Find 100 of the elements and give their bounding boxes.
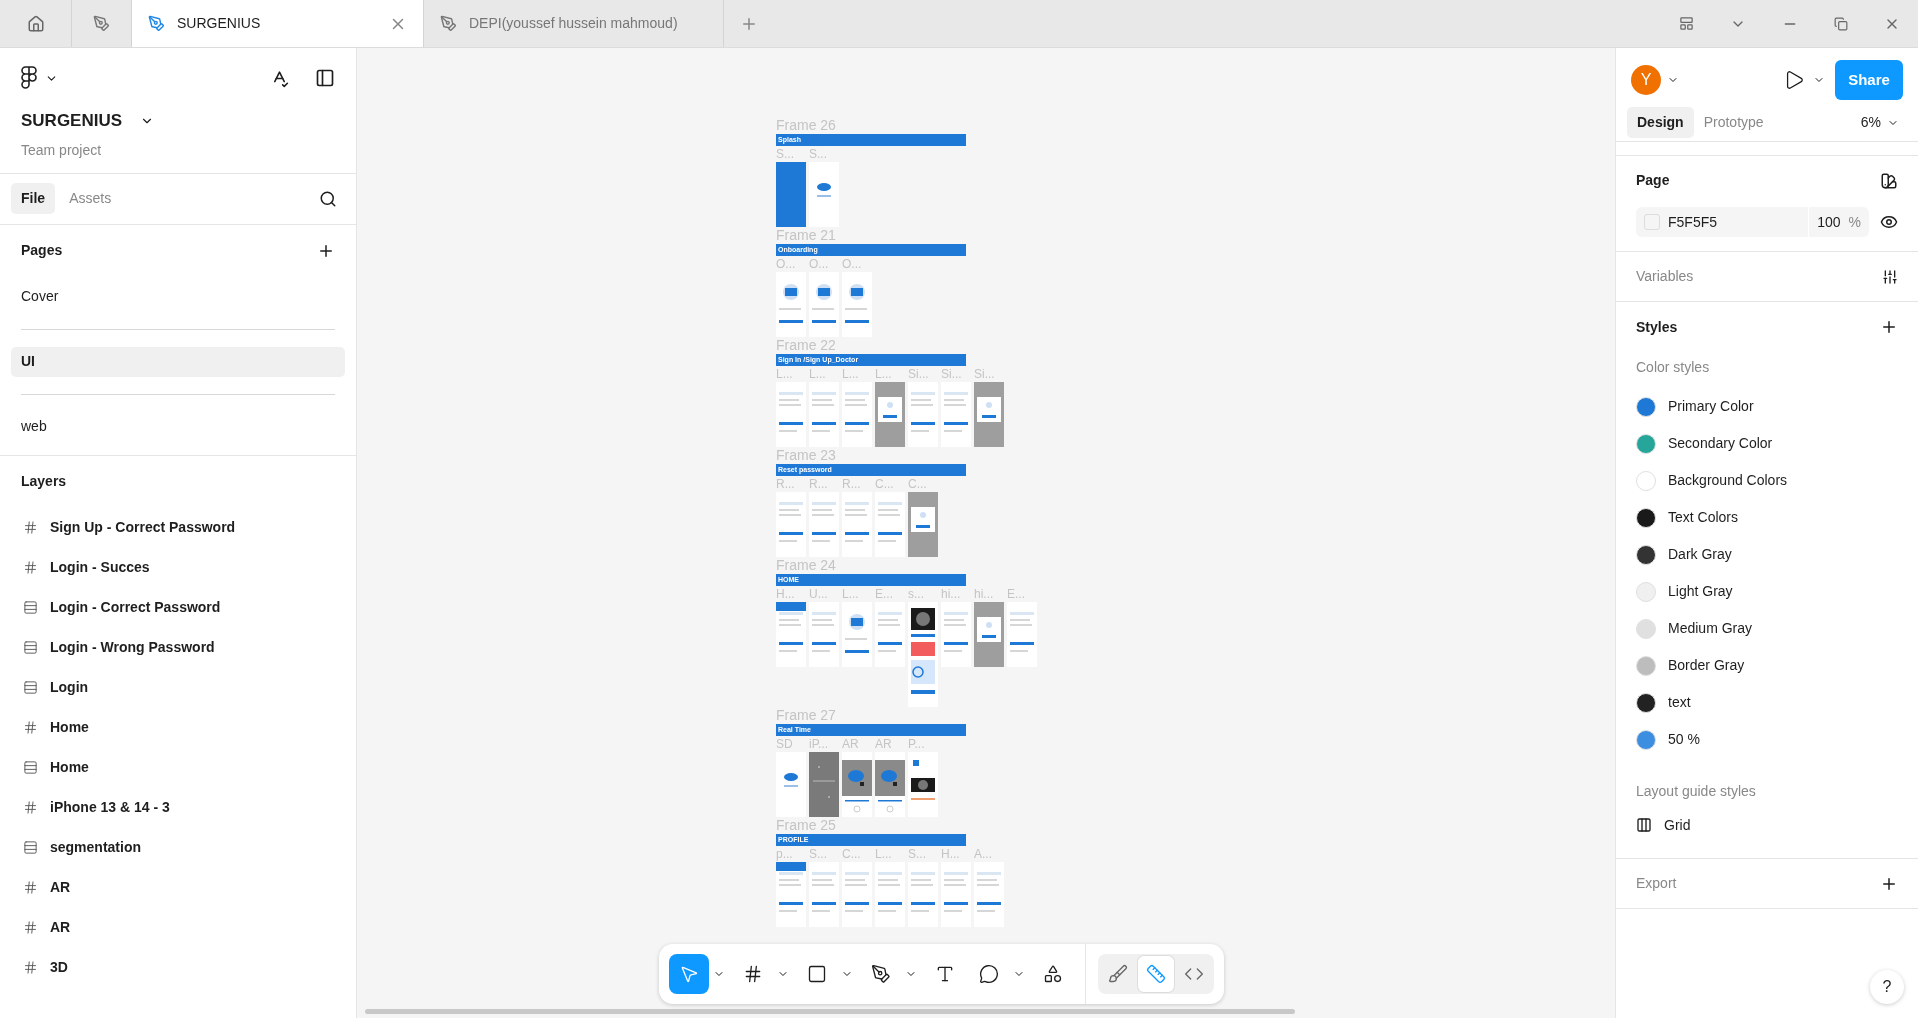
color-style-item[interactable]: Medium Gray <box>1636 610 1898 647</box>
layout-style-item[interactable]: Grid <box>1636 802 1898 848</box>
search-icon[interactable] <box>319 189 337 208</box>
document-tab[interactable]: SURGENIUS <box>132 0 424 47</box>
pen-icon <box>148 15 165 32</box>
add-icon[interactable] <box>1880 318 1898 336</box>
rows-icon <box>23 640 38 655</box>
frame-icon <box>23 800 38 815</box>
screen-thumbnail-drawing <box>875 602 905 667</box>
color-style-item[interactable]: text <box>1636 684 1898 721</box>
color-style-item[interactable]: Light Gray <box>1636 573 1898 610</box>
screen-thumbnail-drawing <box>776 492 806 557</box>
screen-thumbnail-drawing <box>875 862 905 927</box>
screen-thumbnail-drawing <box>842 492 872 557</box>
color-style-item[interactable]: Border Gray <box>1636 647 1898 684</box>
layer-item[interactable]: Home <box>0 747 356 788</box>
screen-thumbnail-drawing <box>974 382 1004 447</box>
screen-thumbnail-drawing <box>776 382 806 447</box>
screen-thumbnail-drawing <box>809 862 839 927</box>
page-item[interactable]: web <box>11 411 345 442</box>
screen-thumbnail-drawing <box>809 382 839 447</box>
eye-icon[interactable] <box>1880 213 1898 231</box>
color-style-item[interactable]: Dark Gray <box>1636 536 1898 573</box>
screen-thumbnail-drawing <box>908 862 938 927</box>
section-heading: Layers <box>21 472 67 491</box>
layer-item[interactable]: AR <box>0 907 356 948</box>
rows-icon <box>23 680 38 695</box>
swatch-icon[interactable] <box>1880 171 1898 190</box>
layer-item[interactable]: AR <box>0 867 356 908</box>
screen-thumbnail-drawing <box>842 272 872 337</box>
text-icon <box>935 964 955 984</box>
layer-item[interactable]: Login - Succes <box>0 547 356 588</box>
scrollbar[interactable] <box>365 1009 1295 1014</box>
layer-item[interactable]: segmentation <box>0 827 356 868</box>
rows-icon <box>23 840 38 855</box>
page-item[interactable]: Cover <box>11 281 345 312</box>
layer-item[interactable]: Home <box>0 707 356 748</box>
screen-thumbnail-drawing <box>875 492 905 557</box>
comment-icon <box>979 964 999 984</box>
screen-thumbnail-drawing <box>908 752 938 817</box>
layer-item[interactable]: 3D <box>0 947 356 988</box>
home-icon <box>26 14 45 33</box>
screen-thumbnail-drawing <box>776 162 806 227</box>
panel-tab[interactable]: File <box>11 183 56 214</box>
section-heading: Styles <box>1636 317 1678 337</box>
frame-icon <box>23 960 38 975</box>
layer-item[interactable]: Login - Wrong Password <box>0 627 356 668</box>
color-style-item[interactable]: Text Colors <box>1636 499 1898 536</box>
rectangle-icon <box>807 964 827 984</box>
brush-icon <box>1108 964 1128 984</box>
rows-icon <box>23 600 38 615</box>
shapes-icon <box>1043 964 1063 984</box>
subsection-heading: Layout guide styles <box>1636 782 1757 801</box>
screen-thumbnail-drawing <box>875 382 905 447</box>
color-style-item[interactable]: 50 % <box>1636 721 1898 758</box>
help-button[interactable]: ? <box>1870 970 1904 1004</box>
frame-icon <box>23 880 38 895</box>
pen-icon <box>440 15 457 32</box>
color-style-item[interactable]: Secondary Color <box>1636 425 1898 462</box>
pen-icon <box>871 964 891 984</box>
frame-icon <box>23 560 38 575</box>
layer-item[interactable]: Login - Correct Password <box>0 587 356 628</box>
frame-icon <box>23 920 38 935</box>
frame-icon <box>23 720 38 735</box>
layer-item[interactable]: Sign Up - Correct Password <box>0 507 356 548</box>
screen-thumbnail-drawing <box>974 862 1004 927</box>
section-heading: Pages <box>21 241 63 260</box>
screen-thumbnail-drawing <box>809 602 839 667</box>
project-title: SURGENIUS <box>21 110 123 132</box>
screen-thumbnail-drawing <box>875 752 905 817</box>
grid-icon <box>1636 817 1652 833</box>
page-item[interactable]: UI <box>11 346 345 377</box>
screen-thumbnail-drawing <box>776 752 806 817</box>
layer-item[interactable]: Login <box>0 667 356 708</box>
restore-icon[interactable] <box>1834 16 1848 31</box>
pointer-icon <box>679 964 699 984</box>
sliders-icon[interactable] <box>1882 268 1898 285</box>
section-heading: Variables <box>1636 267 1694 286</box>
window-icon[interactable] <box>1679 16 1694 31</box>
screen-thumbnail-drawing <box>842 862 872 927</box>
panel-tab[interactable]: Prototype <box>1693 107 1774 138</box>
frame-icon <box>23 520 38 535</box>
logo-icon[interactable] <box>21 66 37 90</box>
zoom-dropdown[interactable]: 6% <box>1860 112 1899 133</box>
ruler-icon <box>1146 964 1166 984</box>
screen-thumbnail-drawing <box>1007 602 1037 667</box>
screen-thumbnail-drawing <box>776 272 806 337</box>
sidebar-toggle-icon[interactable] <box>315 68 335 88</box>
screen-thumbnail-drawing <box>842 752 872 817</box>
layer-item[interactable]: iPhone 13 & 14 - 3 <box>0 787 356 828</box>
panel-tab[interactable]: Design <box>1627 107 1694 138</box>
color-style-item[interactable]: Background Colors <box>1636 462 1898 499</box>
color-field[interactable]: F5F5F5 100 % <box>1636 207 1869 237</box>
screen-thumbnail-drawing <box>974 602 1004 667</box>
panel-tab[interactable]: Assets <box>59 183 122 214</box>
mode-button[interactable] <box>1138 956 1174 992</box>
screen-thumbnail-drawing <box>809 162 839 227</box>
screen-thumbnail-drawing <box>908 382 938 447</box>
color-style-item[interactable]: Primary Color <box>1636 388 1898 425</box>
screen-thumbnail-drawing <box>908 492 938 557</box>
